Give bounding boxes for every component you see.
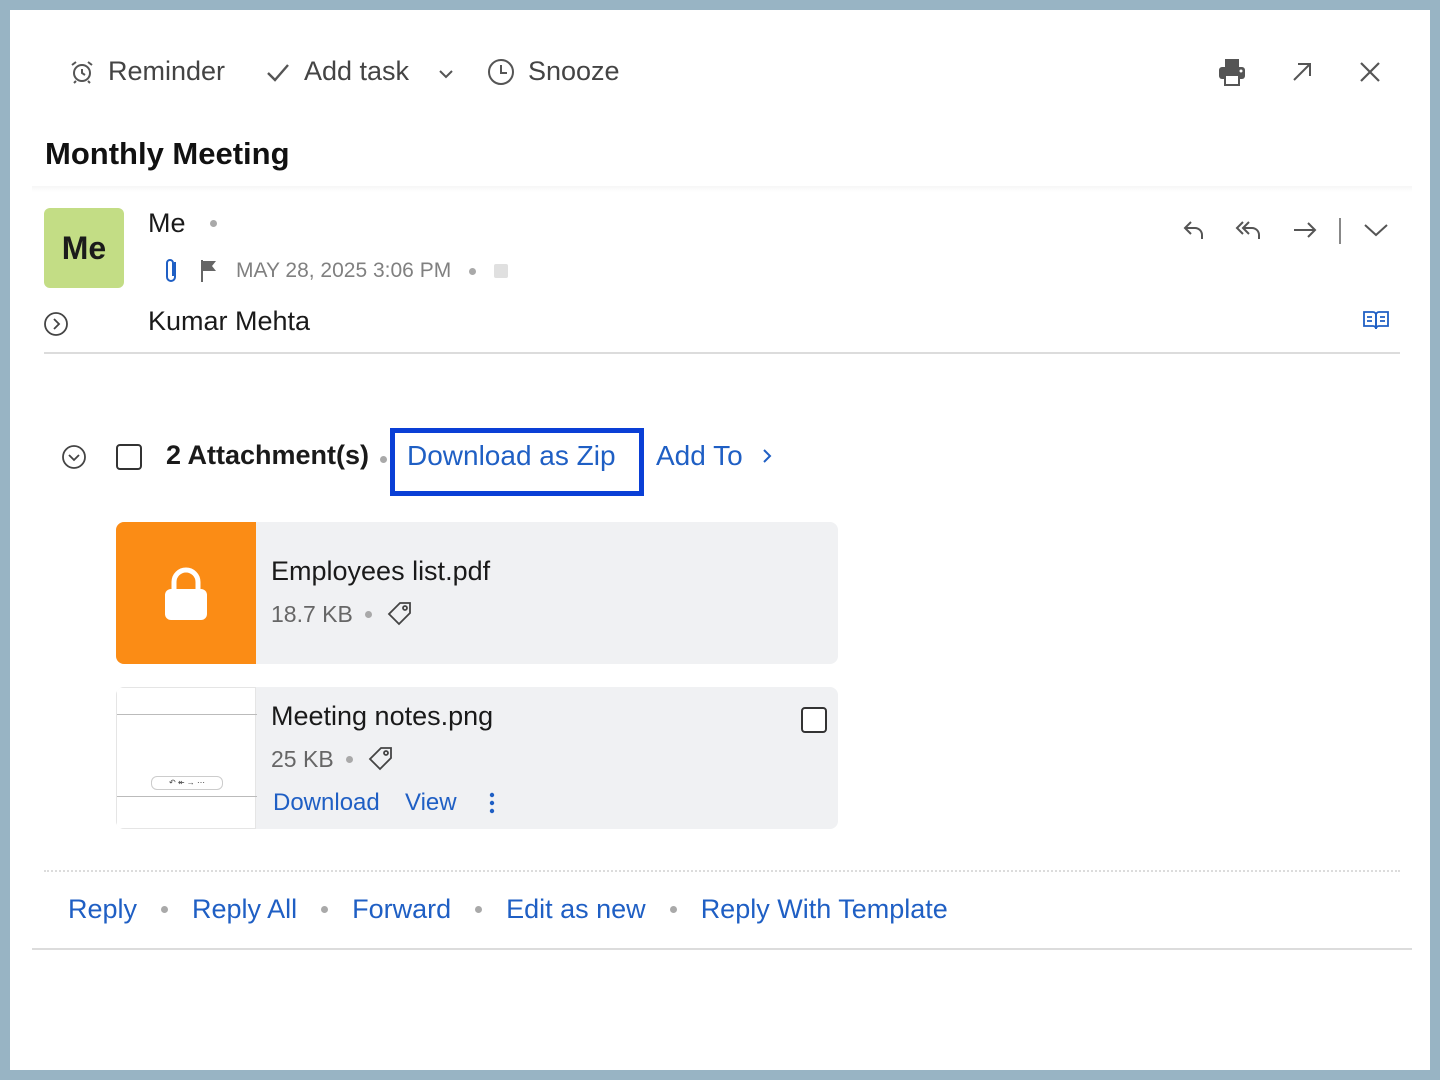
- attachment-size: 25 KB: [271, 745, 334, 772]
- separator-dot: [321, 906, 329, 913]
- edit-as-new-link[interactable]: Edit as new: [506, 894, 646, 925]
- add-task-dropdown[interactable]: [434, 62, 458, 86]
- thumb-icons: ↶ ↞ → ⋯: [151, 776, 223, 790]
- more-actions-dropdown[interactable]: [1360, 214, 1392, 246]
- chevron-down-circle-icon: [62, 445, 86, 469]
- view-link[interactable]: View: [405, 789, 457, 817]
- sender-name[interactable]: Me: [148, 208, 186, 239]
- email-subject: Monthly Meeting: [45, 136, 290, 171]
- attachment-card[interactable]: Employees list.pdf 18.7 KB: [116, 522, 838, 664]
- snooze-label: Snooze: [528, 56, 620, 86]
- close-icon: [1360, 62, 1380, 82]
- collapse-attachments-button[interactable]: [60, 443, 88, 471]
- add-task-button[interactable]: Add task: [264, 56, 409, 87]
- tag-icon[interactable]: [386, 600, 414, 628]
- forward-icon-button[interactable]: [1288, 214, 1322, 246]
- attachment-checkbox[interactable]: [801, 707, 827, 733]
- add-task-label: Add task: [304, 56, 410, 86]
- attachment-size: 18.7 KB: [271, 600, 353, 627]
- add-to-label: Add To: [656, 440, 743, 471]
- attachment-name[interactable]: Meeting notes.png: [271, 701, 493, 732]
- select-all-attachments-checkbox[interactable]: [116, 444, 142, 470]
- download-as-zip-link[interactable]: Download as Zip: [407, 440, 616, 472]
- tag-icon[interactable]: [367, 745, 395, 773]
- reply-icon-button[interactable]: [1178, 214, 1210, 246]
- separator-dot: [209, 220, 217, 227]
- toolbar-separator: [1339, 218, 1341, 244]
- separator-dot: [475, 906, 483, 913]
- flag-icon[interactable]: [198, 258, 220, 284]
- separator-dot: [345, 755, 353, 763]
- image-thumbnail: ↶ ↞ → ⋯: [116, 687, 257, 829]
- reply-all-icon: [1235, 221, 1260, 239]
- popout-button[interactable]: [1286, 56, 1318, 88]
- arrow-right-icon: [1294, 222, 1317, 238]
- avatar[interactable]: Me: [44, 208, 124, 288]
- divider: [32, 948, 1412, 950]
- attachment-meta: 25 KB: [271, 745, 395, 773]
- attachment-count: 2 Attachment(s): [166, 440, 370, 470]
- add-to-link[interactable]: Add To: [656, 440, 773, 472]
- chevron-down-icon: [439, 70, 453, 79]
- pdf-thumbnail: [116, 522, 256, 664]
- lock-icon: [165, 567, 207, 620]
- divider: [44, 352, 1400, 354]
- attachment-meta: 18.7 KB: [271, 600, 414, 628]
- email-viewer-window: Reminder Add task Snooze Monthly Meeting…: [10, 10, 1430, 1070]
- more-options-button[interactable]: [480, 789, 504, 817]
- reminder-label: Reminder: [108, 56, 226, 86]
- chevron-right-circle-icon: [44, 312, 68, 336]
- reply-all-icon-button[interactable]: [1232, 214, 1266, 246]
- reply-icon: [1183, 221, 1203, 239]
- snooze-button[interactable]: Snooze: [486, 56, 620, 87]
- reply-link[interactable]: Reply: [68, 894, 137, 925]
- separator-dot: [469, 267, 477, 275]
- alarm-clock-icon: [71, 60, 93, 84]
- kebab-menu-icon: [489, 792, 495, 814]
- paperclip-icon[interactable]: [160, 256, 184, 286]
- chevron-right-icon: [762, 449, 772, 463]
- recipient-name[interactable]: Kumar Mehta: [148, 306, 310, 337]
- separator-dot: [161, 906, 169, 913]
- attachment-name[interactable]: Employees list.pdf: [271, 556, 490, 587]
- printer-icon: [1219, 59, 1245, 86]
- chevron-down-icon: [1364, 224, 1388, 237]
- reminder-button[interactable]: Reminder: [68, 56, 225, 87]
- footer-actions: Reply Reply All Forward Edit as new Repl…: [68, 894, 948, 925]
- close-button[interactable]: [1354, 56, 1386, 88]
- open-book-icon: [1363, 311, 1389, 330]
- divider: [44, 870, 1400, 872]
- sender-row: Me: [148, 208, 217, 239]
- forward-link[interactable]: Forward: [352, 894, 451, 925]
- popout-arrow-icon: [1293, 63, 1311, 81]
- attachment-card[interactable]: ↶ ↞ → ⋯ Meeting notes.png 25 KB Download…: [116, 687, 838, 829]
- clock-icon: [488, 58, 514, 85]
- mail-date: MAY 28, 2025 3:06 PM: [236, 259, 452, 282]
- reply-all-link[interactable]: Reply All: [192, 894, 297, 925]
- expand-recipients-button[interactable]: [42, 310, 70, 338]
- label-tag[interactable]: [494, 264, 509, 278]
- thumb-line: [117, 796, 257, 797]
- separator-dot: [380, 456, 387, 463]
- mail-meta-row: MAY 28, 2025 3:06 PM: [160, 256, 509, 286]
- separator-dot: [364, 610, 372, 618]
- download-link[interactable]: Download: [273, 789, 380, 817]
- checkmark-icon: [267, 63, 289, 82]
- reply-with-template-link[interactable]: Reply With Template: [701, 894, 948, 925]
- print-button[interactable]: [1214, 54, 1250, 90]
- reading-mode-button[interactable]: [1360, 304, 1392, 336]
- thumb-line: [117, 714, 257, 715]
- separator-dot: [669, 906, 677, 913]
- header-divider: [32, 186, 1412, 192]
